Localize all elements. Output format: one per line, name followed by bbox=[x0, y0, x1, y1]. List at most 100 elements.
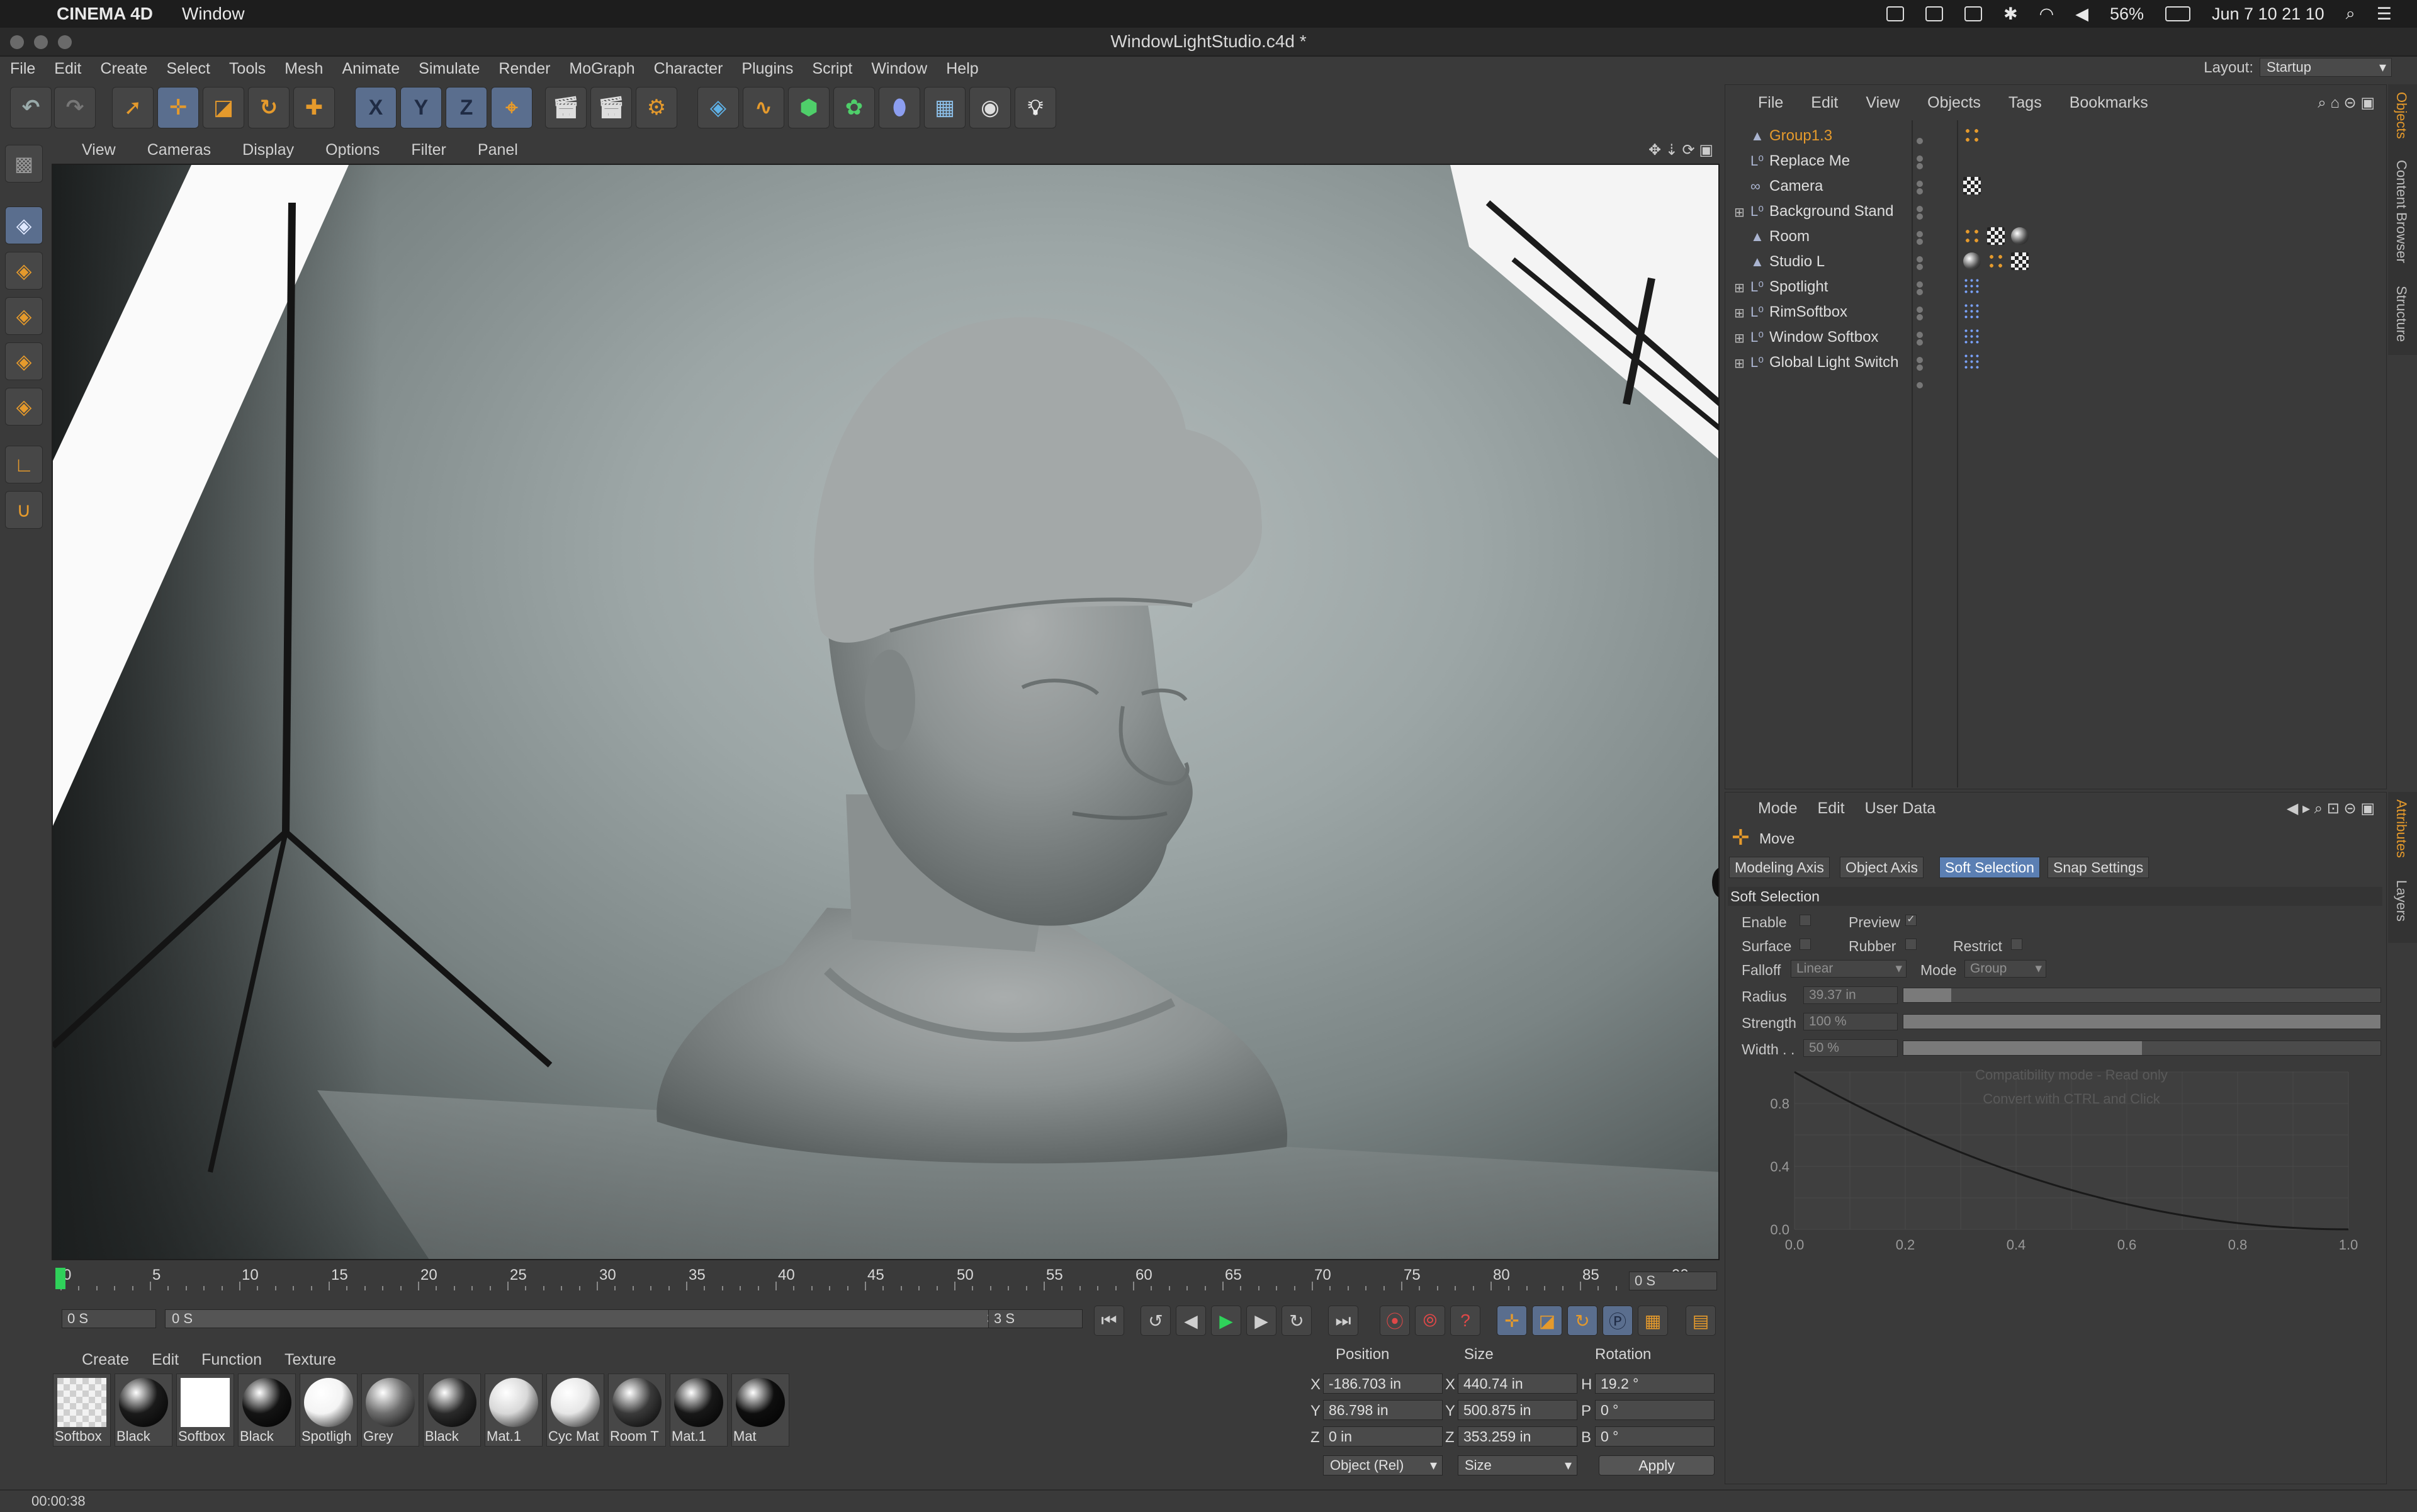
edges-mode-button[interactable]: ◈ bbox=[5, 342, 43, 380]
compositing-tag-icon[interactable] bbox=[1963, 227, 1981, 245]
material-swatch[interactable]: Softbox bbox=[176, 1374, 234, 1447]
side-tab-structure[interactable]: Structure bbox=[2393, 286, 2409, 342]
render-view-button[interactable]: 🎬︎ bbox=[545, 87, 587, 128]
enable-checkbox[interactable] bbox=[1800, 915, 1811, 926]
notification-center-icon[interactable]: ☰ bbox=[2377, 4, 2392, 24]
material-swatch[interactable]: Black bbox=[238, 1374, 296, 1447]
expand-icon[interactable]: ⊞ bbox=[1734, 205, 1748, 218]
material-menu-function[interactable]: Function bbox=[201, 1351, 262, 1369]
axis-mode-button[interactable]: ∟ bbox=[5, 446, 43, 483]
rotation-p-field[interactable]: 0 ° bbox=[1595, 1400, 1715, 1420]
add-floor-button[interactable]: ▦ bbox=[924, 87, 966, 128]
menu-character[interactable]: Character bbox=[654, 60, 723, 78]
size-y-field[interactable]: 500.875 in bbox=[1458, 1400, 1577, 1420]
material-swatch[interactable]: Black bbox=[115, 1374, 172, 1447]
xpresso-tag-icon[interactable] bbox=[1963, 328, 1981, 346]
menu-help[interactable]: Help bbox=[946, 60, 978, 78]
objects-menu-edit[interactable]: Edit bbox=[1811, 94, 1838, 112]
viewport-nav-icons[interactable]: ✥ ⇣ ⟳ ▣ bbox=[1648, 141, 1713, 159]
cast-icon[interactable] bbox=[1925, 6, 1943, 21]
mac-menu-window[interactable]: Window bbox=[182, 4, 245, 24]
compositing-tag-icon[interactable] bbox=[1987, 252, 2005, 270]
size-mode-dropdown[interactable]: Size▾ bbox=[1458, 1455, 1577, 1475]
side-tab-content-browser[interactable]: Content Browser bbox=[2393, 160, 2409, 263]
object-row[interactable]: ⊞L⁰Spotlight bbox=[1728, 274, 2385, 299]
size-x-field[interactable]: 440.74 in bbox=[1458, 1374, 1577, 1394]
display-icon[interactable] bbox=[1886, 6, 1904, 21]
record-scale-button[interactable]: ◪ bbox=[1532, 1306, 1562, 1336]
viewport-menu-cameras[interactable]: Cameras bbox=[147, 141, 211, 159]
add-spline-button[interactable]: ∿ bbox=[743, 87, 784, 128]
expand-icon[interactable]: ⊞ bbox=[1734, 280, 1748, 294]
object-row[interactable]: ▲Room bbox=[1728, 223, 2385, 249]
polygons-mode-button[interactable]: ◈ bbox=[5, 388, 43, 426]
z-axis-button[interactable]: Z bbox=[446, 87, 487, 128]
menu-select[interactable]: Select bbox=[166, 60, 210, 78]
attr-menu-mode[interactable]: Mode bbox=[1758, 799, 1798, 818]
menu-file[interactable]: File bbox=[10, 60, 35, 78]
material-swatch[interactable]: Mat bbox=[731, 1374, 789, 1447]
side-tab-attributes[interactable]: Attributes bbox=[2393, 799, 2409, 858]
render-settings-button[interactable]: ⚙ bbox=[636, 87, 677, 128]
viewport-menu-filter[interactable]: Filter bbox=[411, 141, 446, 159]
position-y-field[interactable]: 86.798 in bbox=[1323, 1400, 1443, 1420]
model-mode-button[interactable]: ◈ bbox=[5, 206, 43, 244]
add-subdivision-button[interactable]: ⬢ bbox=[788, 87, 830, 128]
viewport-menu-panel[interactable]: Panel bbox=[478, 141, 518, 159]
go-to-end-button[interactable]: ⏭ bbox=[1328, 1306, 1358, 1336]
battery-icon[interactable] bbox=[2165, 6, 2190, 21]
xpresso-tag-icon[interactable] bbox=[1963, 278, 1981, 295]
viewport-menu-view[interactable]: View bbox=[82, 141, 116, 159]
next-key-button[interactable]: ↻ bbox=[1282, 1306, 1312, 1336]
live-selection-button[interactable]: ➚ bbox=[112, 87, 154, 128]
undo-button[interactable]: ↶ bbox=[10, 87, 52, 128]
material-tag-icon[interactable] bbox=[1963, 252, 1981, 270]
tab-soft-selection[interactable]: Soft Selection bbox=[1939, 857, 2040, 878]
object-row[interactable]: L⁰Replace Me bbox=[1728, 148, 2385, 173]
record-keys-button[interactable]: ⦿ bbox=[1380, 1306, 1410, 1336]
object-row[interactable]: ▲Group1.3 bbox=[1728, 123, 2385, 148]
apply-button[interactable]: Apply bbox=[1599, 1455, 1715, 1475]
menu-mograph[interactable]: MoGraph bbox=[569, 60, 634, 78]
objects-menu-file[interactable]: File bbox=[1758, 94, 1783, 112]
material-swatch[interactable]: Grey bbox=[361, 1374, 419, 1447]
attr-menu-edit[interactable]: Edit bbox=[1818, 799, 1845, 818]
record-parameter-button[interactable]: Ⓟ bbox=[1603, 1306, 1633, 1336]
render-picture-viewer-button[interactable]: 🎬︎ bbox=[590, 87, 632, 128]
object-row[interactable]: ⊞L⁰RimSoftbox bbox=[1728, 299, 2385, 324]
objects-menu-objects[interactable]: Objects bbox=[1927, 94, 1981, 112]
autokey-button[interactable]: ⦾ bbox=[1415, 1306, 1445, 1336]
recent-tool-button[interactable]: ✚ bbox=[293, 87, 335, 128]
falloff-dropdown[interactable]: Linear▾ bbox=[1791, 960, 1907, 978]
make-editable-button[interactable]: ▩ bbox=[5, 145, 43, 183]
record-pla-button[interactable]: ▦ bbox=[1638, 1306, 1668, 1336]
position-z-field[interactable]: 0 in bbox=[1323, 1426, 1443, 1447]
visibility-dots[interactable] bbox=[1917, 358, 1933, 366]
mode-dropdown[interactable]: Group▾ bbox=[1964, 960, 2046, 978]
viewport-menu-display[interactable]: Display bbox=[242, 141, 294, 159]
clock[interactable]: Jun 7 10 21 10 bbox=[2212, 4, 2324, 24]
texture-tag-icon[interactable] bbox=[2011, 252, 2029, 270]
timeline-ruler[interactable]: 051015202530354045505560657075808590 0 S bbox=[52, 1265, 1720, 1293]
points-mode-button[interactable]: ◈ bbox=[5, 297, 43, 335]
object-row[interactable]: ⊞L⁰Global Light Switch bbox=[1728, 349, 2385, 375]
material-swatch[interactable]: Room T bbox=[608, 1374, 666, 1447]
menu-window[interactable]: Window bbox=[871, 60, 927, 78]
bluetooth-icon[interactable]: ✱ bbox=[2003, 4, 2018, 24]
xpresso-tag-icon[interactable] bbox=[1963, 353, 1981, 371]
scale-tool-button[interactable]: ◪ bbox=[203, 87, 244, 128]
material-swatch[interactable]: Softbox bbox=[53, 1374, 111, 1447]
material-swatch[interactable]: Spotligh bbox=[300, 1374, 358, 1447]
visibility-dots[interactable] bbox=[1917, 181, 1933, 190]
object-row[interactable]: ∞Camera bbox=[1728, 173, 2385, 198]
menu-create[interactable]: Create bbox=[100, 60, 147, 78]
tab-snap-settings[interactable]: Snap Settings bbox=[2048, 857, 2149, 878]
material-swatch[interactable]: Mat.1 bbox=[485, 1374, 543, 1447]
record-rotation-button[interactable]: ↻ bbox=[1567, 1306, 1597, 1336]
mac-app-name[interactable]: CINEMA 4D bbox=[57, 4, 153, 24]
search-icon[interactable]: ⌕ bbox=[2346, 4, 2355, 24]
visibility-dots[interactable] bbox=[1917, 307, 1933, 316]
previous-frame-button[interactable]: ◀ bbox=[1176, 1306, 1206, 1336]
expand-icon[interactable]: ⊞ bbox=[1734, 356, 1748, 370]
play-button[interactable]: ▶ bbox=[1211, 1306, 1241, 1336]
